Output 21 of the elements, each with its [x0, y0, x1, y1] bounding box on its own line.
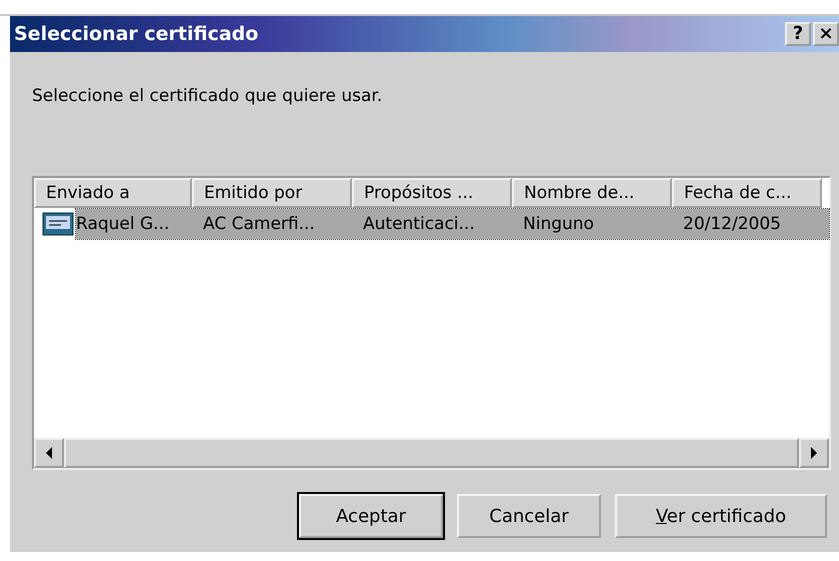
- dialog-button[interactable]: Aceptar: [299, 494, 443, 538]
- column-header[interactable]: Fecha de c...: [672, 178, 822, 208]
- dialog-button[interactable]: Cancelar: [457, 494, 601, 538]
- column-header[interactable]: Nombre de...: [512, 178, 672, 208]
- table-cell-text: Autenticaci...: [362, 214, 476, 234]
- dialog-button[interactable]: Ver certificado: [615, 494, 827, 538]
- scroll-right-icon[interactable]: [799, 438, 829, 468]
- table-cell-text: 20/12/2005: [682, 214, 782, 234]
- window-title: Seleccionar certificado: [14, 23, 258, 45]
- column-header[interactable]: Propósitos ...: [352, 178, 512, 208]
- table-cell-text: Raquel G...: [76, 214, 170, 234]
- certificate-row[interactable]: Raquel G... AC Camerfi... Autenticaci... Ninguno 20/12/2005: [76, 209, 829, 239]
- column-header[interactable]: Enviado a: [34, 178, 192, 208]
- table-cell-text: AC Camerfi...: [202, 214, 316, 234]
- instruction-text: Seleccione el certificado que quiere usar.: [32, 86, 384, 106]
- help-button[interactable]: ?: [785, 22, 811, 46]
- close-button[interactable]: ×: [813, 22, 839, 46]
- scroll-left-icon[interactable]: [34, 438, 64, 468]
- table-cell-text: Ninguno: [522, 214, 595, 234]
- certificate-icon: [42, 212, 74, 236]
- column-header[interactable]: Emitido por: [192, 178, 352, 208]
